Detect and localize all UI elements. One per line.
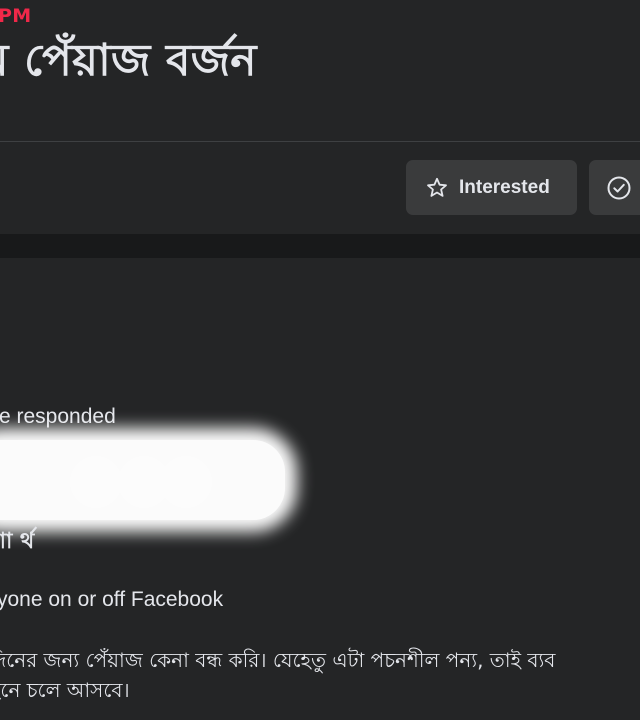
- description-line: দিনের জন্য পেঁয়াজ কেনা বন্ধ করি। যেহেতু…: [0, 648, 556, 672]
- header-divider: [0, 141, 640, 142]
- privacy-text: yone on or off Facebook: [0, 588, 224, 611]
- event-title: ম পেঁয়াজ বর্জন: [0, 35, 257, 86]
- responded-count-text: e responded: [0, 405, 116, 428]
- section-separator: [0, 234, 640, 258]
- event-time: PM: [0, 5, 32, 27]
- host-name[interactable]: শা র্থ: [0, 527, 34, 557]
- check-circle-icon: [606, 175, 632, 201]
- redaction-blur: [0, 440, 285, 520]
- description-line: ইনে চলে আসবে।: [0, 678, 130, 702]
- star-outline-icon: [424, 175, 450, 201]
- event-page: PM ম পেঁয়াজ বর্জন Interested e responde…: [0, 0, 640, 720]
- interested-button[interactable]: Interested: [406, 160, 577, 215]
- going-button[interactable]: [589, 160, 640, 215]
- interested-label: Interested: [459, 176, 550, 198]
- event-description: দিনের জন্য পেঁয়াজ কেনা বন্ধ করি। যেহেতু…: [0, 645, 555, 705]
